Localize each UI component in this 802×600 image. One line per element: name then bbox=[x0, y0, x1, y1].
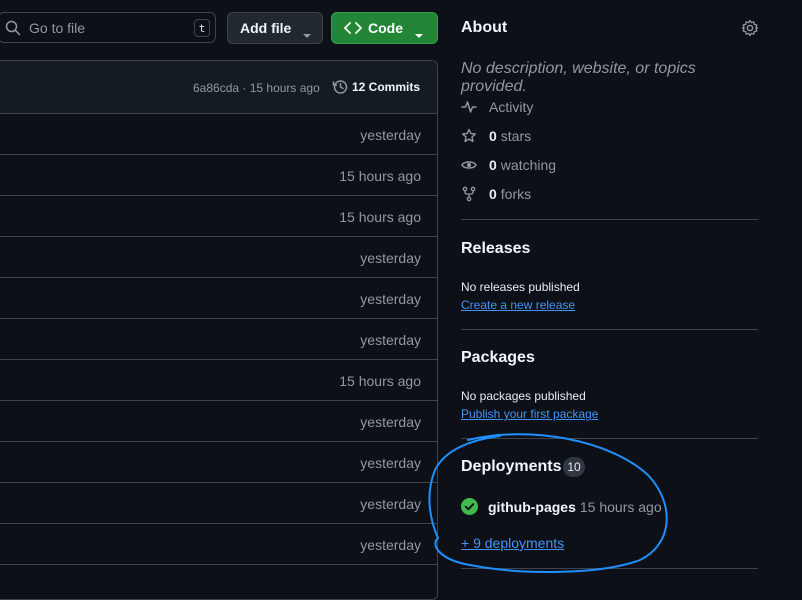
file-row[interactable]: 15 hours ago bbox=[0, 155, 437, 196]
caret-down-icon bbox=[302, 26, 312, 42]
no-releases-text: No releases published bbox=[461, 280, 580, 294]
divider bbox=[461, 568, 758, 569]
file-row[interactable]: yesterday bbox=[0, 237, 437, 278]
go-to-file-input[interactable]: Go to file t bbox=[0, 12, 216, 43]
forks-label: forks bbox=[500, 186, 532, 202]
more-deployments-link[interactable]: + 9 deployments bbox=[461, 535, 564, 551]
caret-down-icon bbox=[414, 26, 424, 42]
about-heading: About bbox=[461, 19, 508, 36]
last-commit-time: 15 hours ago bbox=[339, 373, 421, 389]
last-commit-time: 15 hours ago bbox=[339, 168, 421, 184]
deployment-item[interactable]: github-pages 15 hours ago bbox=[461, 498, 662, 515]
publish-package-link[interactable]: Publish your first package bbox=[461, 407, 598, 421]
add-file-button[interactable]: Add file bbox=[227, 12, 323, 44]
last-commit-time: yesterday bbox=[360, 537, 421, 553]
stars-label: stars bbox=[500, 128, 532, 144]
code-icon bbox=[344, 21, 362, 38]
eye-icon bbox=[461, 161, 477, 169]
watching-link[interactable]: 0 watching bbox=[461, 157, 556, 173]
history-icon bbox=[332, 80, 348, 94]
last-commit-time: yesterday bbox=[360, 455, 421, 471]
stars-count: 0 bbox=[489, 128, 497, 144]
file-row[interactable]: yesterday bbox=[0, 442, 437, 483]
divider bbox=[461, 438, 758, 439]
forks-link[interactable]: 0 forks bbox=[461, 186, 531, 202]
file-row[interactable]: yesterday bbox=[0, 319, 437, 360]
commits-link[interactable]: 12 Commits bbox=[332, 79, 420, 95]
gear-icon[interactable] bbox=[741, 19, 759, 42]
search-icon bbox=[5, 20, 21, 41]
stars-link[interactable]: 0 stars bbox=[461, 128, 531, 144]
file-row[interactable]: 15 hours ago bbox=[0, 196, 437, 237]
last-commit-time: yesterday bbox=[360, 291, 421, 307]
last-commit-time: yesterday bbox=[360, 332, 421, 348]
packages-heading[interactable]: Packages bbox=[461, 349, 535, 367]
file-row[interactable]: yesterday bbox=[0, 401, 437, 442]
watching-count: 0 bbox=[489, 157, 497, 173]
activity-link[interactable]: Activity bbox=[461, 99, 533, 115]
file-row[interactable]: yesterday bbox=[0, 483, 437, 524]
about-description: No description, website, or topics provi… bbox=[461, 60, 696, 95]
commits-count-label: 12 Commits bbox=[352, 80, 421, 94]
deployment-time: 15 hours ago bbox=[579, 498, 662, 515]
add-file-label: Add file bbox=[240, 20, 292, 36]
releases-heading[interactable]: Releases bbox=[461, 240, 530, 258]
check-circle-icon bbox=[461, 498, 478, 515]
last-commit-time: 15 hours ago bbox=[339, 209, 421, 225]
divider bbox=[461, 329, 758, 330]
activity-label: Activity bbox=[489, 99, 534, 115]
deployment-name[interactable]: github-pages bbox=[488, 499, 576, 515]
latest-commit-meta[interactable]: 6a86cda · 15 hours ago bbox=[193, 81, 320, 95]
code-label: Code bbox=[368, 20, 403, 36]
file-row[interactable]: yesterday bbox=[0, 114, 437, 155]
divider bbox=[461, 219, 758, 220]
fork-icon bbox=[462, 186, 476, 202]
file-row[interactable]: 15 hours ago bbox=[0, 360, 437, 401]
last-commit-time: yesterday bbox=[360, 496, 421, 512]
create-release-link[interactable]: Create a new release bbox=[461, 298, 575, 312]
last-commit-time: yesterday bbox=[360, 250, 421, 266]
deployments-heading[interactable]: Deployments bbox=[461, 458, 561, 476]
star-icon bbox=[462, 128, 476, 143]
keyboard-shortcut-hint: t bbox=[194, 19, 210, 37]
last-commit-time: yesterday bbox=[360, 414, 421, 430]
watching-label: watching bbox=[500, 157, 557, 173]
no-packages-text: No packages published bbox=[461, 389, 586, 403]
last-commit-time: yesterday bbox=[360, 127, 421, 143]
file-row[interactable]: yesterday bbox=[0, 524, 437, 565]
pulse-icon bbox=[461, 101, 477, 113]
search-placeholder: Go to file bbox=[29, 20, 86, 36]
file-row[interactable]: yesterday bbox=[0, 278, 437, 319]
deployments-count-badge: 10 bbox=[563, 457, 585, 477]
file-list: 6a86cda · 15 hours ago 12 Commits yester… bbox=[0, 60, 438, 600]
code-button[interactable]: Code bbox=[331, 12, 438, 44]
forks-count: 0 bbox=[489, 186, 497, 202]
latest-commit-bar: 6a86cda · 15 hours ago 12 Commits bbox=[0, 61, 437, 114]
